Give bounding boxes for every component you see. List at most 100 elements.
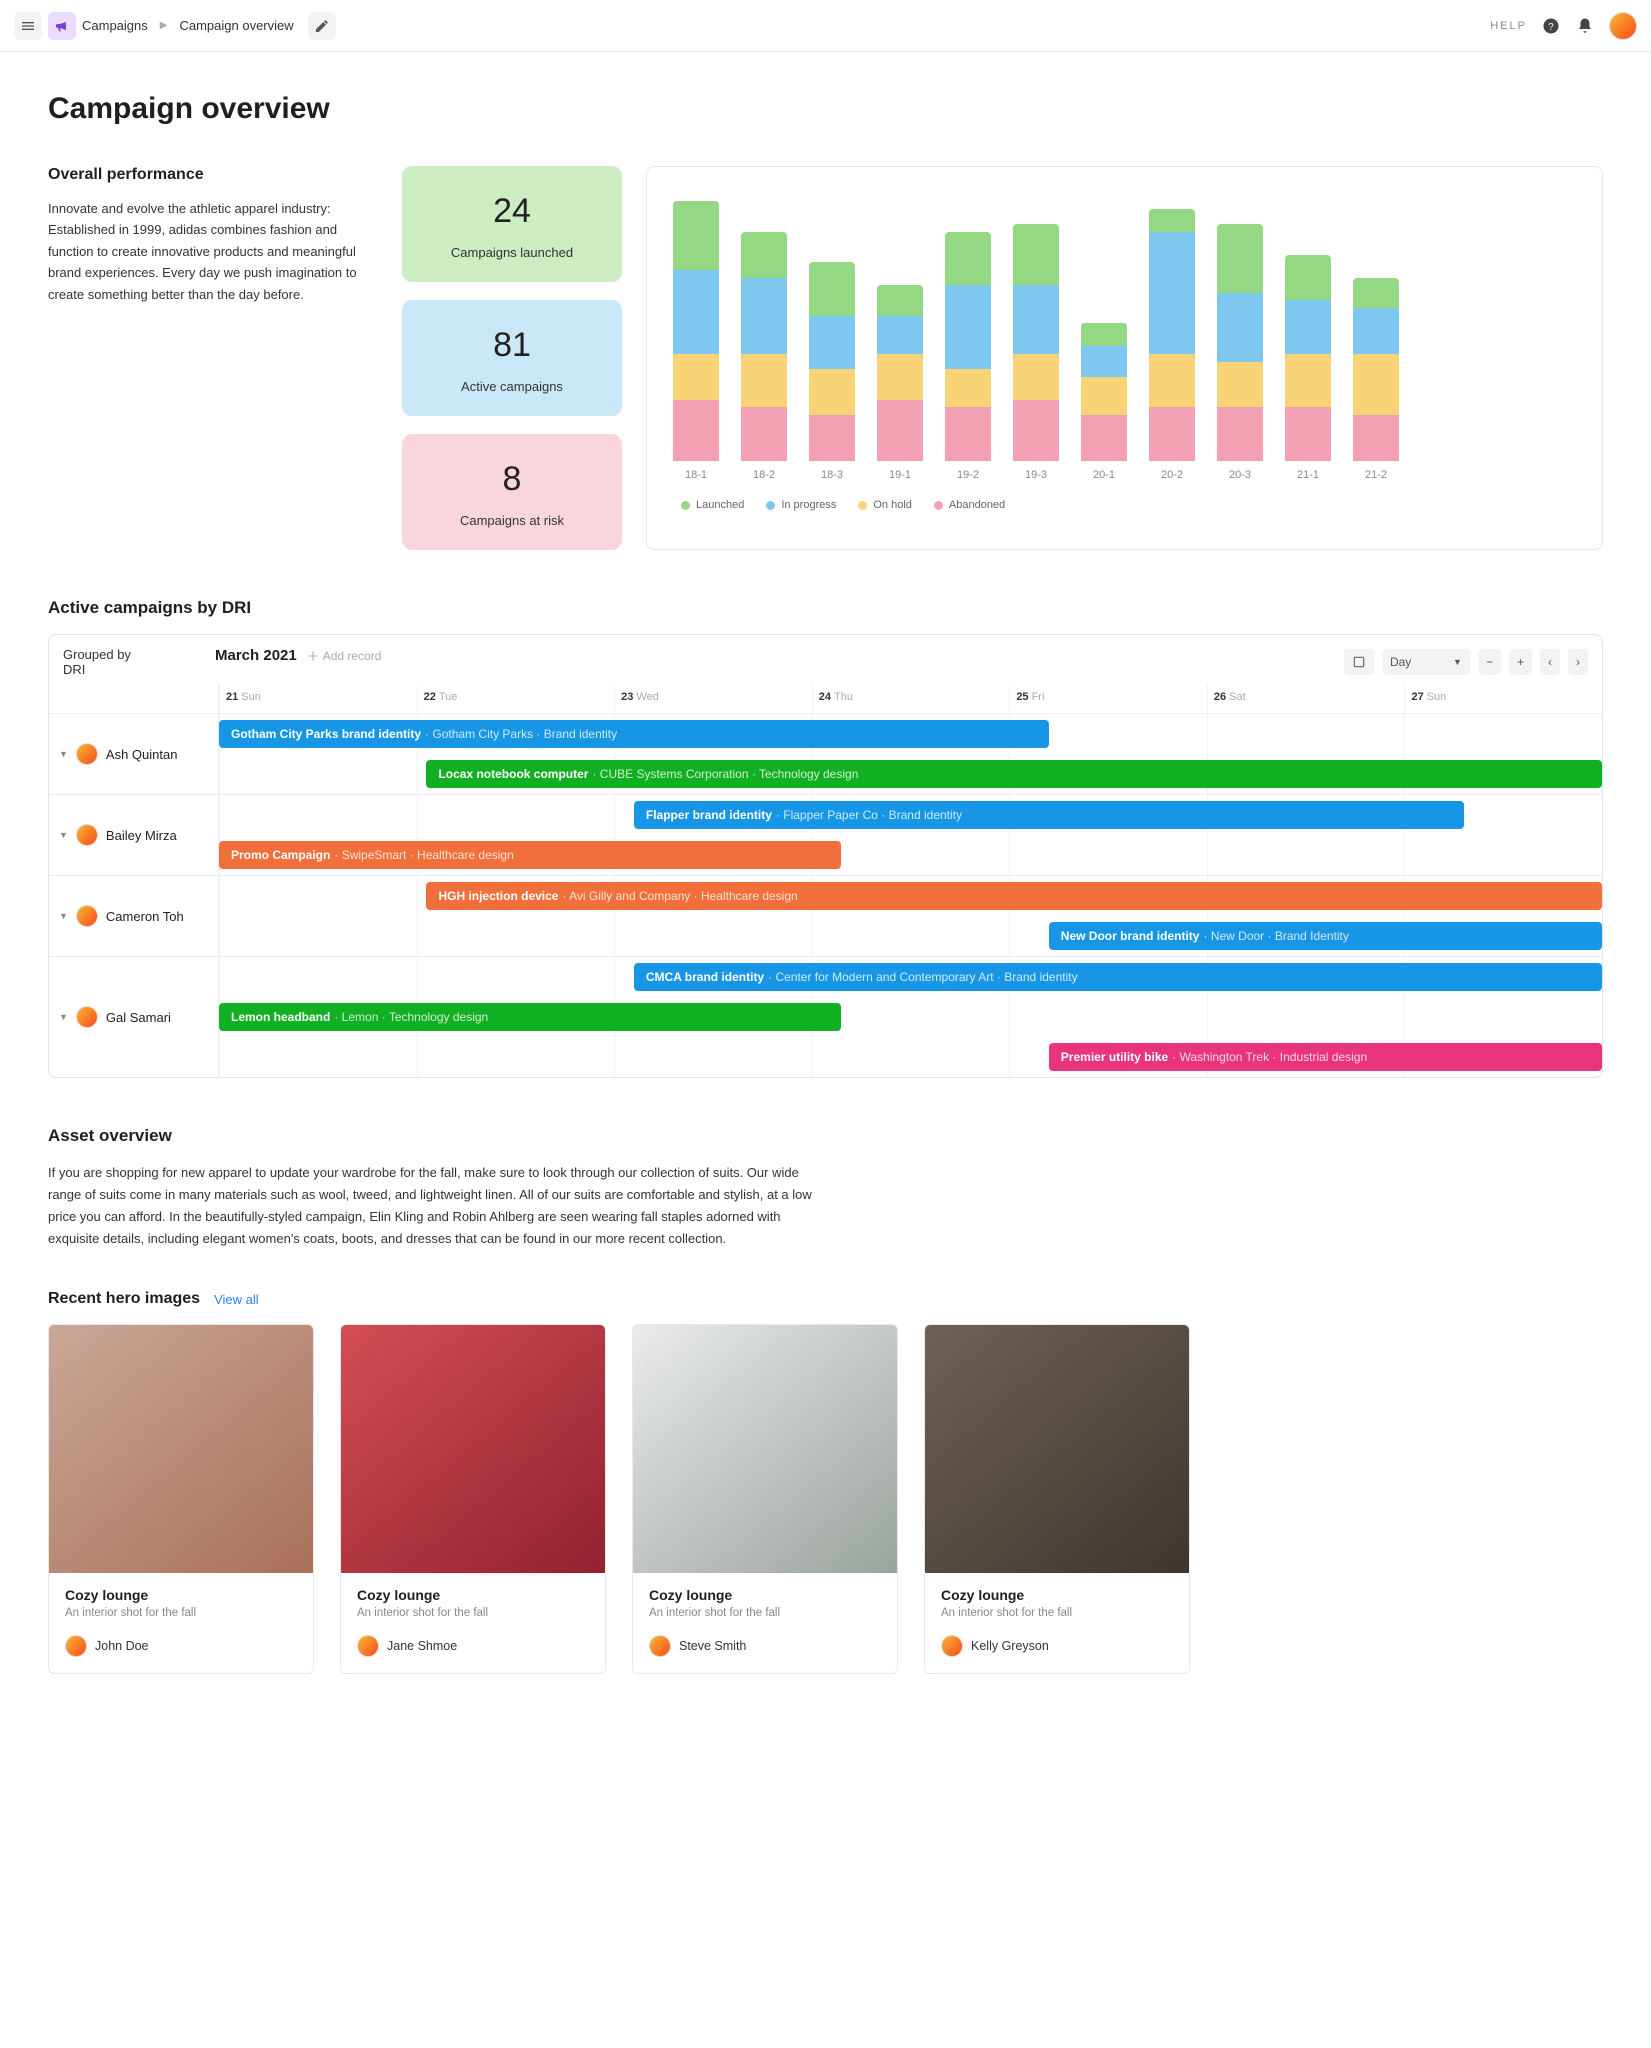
view-mode-button[interactable]: [1344, 649, 1374, 675]
plus-icon: +: [1517, 655, 1524, 669]
chart-segment: [741, 407, 787, 461]
user-avatar[interactable]: [1609, 12, 1637, 40]
task-title: Premier utility bike: [1061, 1050, 1168, 1064]
menu-icon: [20, 18, 36, 34]
svg-text:?: ?: [1548, 21, 1554, 32]
dri-name: Cameron Toh: [106, 909, 184, 924]
edit-button[interactable]: [308, 12, 336, 40]
chart-segment: [673, 270, 719, 354]
help-icon-button[interactable]: ?: [1541, 16, 1561, 36]
chart-segment: [1013, 285, 1059, 354]
question-circle-icon: ?: [1542, 17, 1560, 35]
chart-segment: [1149, 407, 1195, 461]
chart-segment: [809, 415, 855, 461]
legend-swatch: [681, 501, 690, 510]
chart-segment: [1013, 400, 1059, 461]
hero-card-subtitle: An interior shot for the fall: [941, 1607, 1173, 1619]
hero-card[interactable]: Cozy lounge An interior shot for the fal…: [48, 1324, 314, 1674]
chart-segment: [1353, 278, 1399, 309]
task-meta: · SwipeSmart · Healthcare design: [334, 848, 513, 862]
gantt-task[interactable]: Promo Campaign · SwipeSmart · Healthcare…: [219, 841, 841, 869]
chart-segment: [877, 285, 923, 316]
chart-segment: [741, 278, 787, 354]
zoom-out-button[interactable]: −: [1478, 649, 1501, 675]
hero-card[interactable]: Cozy lounge An interior shot for the fal…: [340, 1324, 606, 1674]
chart-bar: 20-1: [1081, 323, 1127, 481]
kpi-card[interactable]: 81 Active campaigns: [402, 300, 622, 416]
chart-segment: [1217, 293, 1263, 362]
breadcrumb-page[interactable]: Campaign overview: [179, 18, 293, 33]
gantt-task[interactable]: Premier utility bike · Washington Trek ·…: [1049, 1043, 1602, 1071]
kpi-card[interactable]: 8 Campaigns at risk: [402, 434, 622, 550]
task-meta: · Lemon · Technology design: [334, 1010, 488, 1024]
bell-icon: [1576, 17, 1594, 35]
calendar-day-header: 21Sun: [219, 685, 417, 713]
asset-body: If you are shopping for new apparel to u…: [48, 1162, 828, 1250]
gantt-row: ▼ Cameron Toh HGH injection device · Avi …: [49, 875, 1602, 956]
group-by-value: DRI: [63, 662, 215, 677]
hero-card-title: Cozy lounge: [65, 1587, 297, 1603]
gantt-task[interactable]: Lemon headband · Lemon · Technology desi…: [219, 1003, 841, 1031]
chart-segment: [1217, 407, 1263, 461]
task-title: HGH injection device: [438, 889, 558, 903]
notifications-button[interactable]: [1575, 16, 1595, 36]
kpi-label: Campaigns launched: [412, 245, 612, 260]
view-all-link[interactable]: View all: [214, 1292, 259, 1307]
gantt-task[interactable]: Locax notebook computer · CUBE Systems C…: [426, 760, 1602, 788]
chart-panel: 18-118-218-319-119-219-320-120-220-321-1…: [646, 166, 1603, 550]
add-record-button[interactable]: Add record: [307, 649, 382, 663]
gantt-row-header[interactable]: ▼ Gal Samari: [49, 957, 219, 1077]
gantt-row: ▼ Bailey Mirza Flapper brand identity · F…: [49, 794, 1602, 875]
chart-segment: [809, 316, 855, 370]
chart-x-label: 18-2: [753, 469, 775, 481]
chart-x-label: 19-3: [1025, 469, 1047, 481]
chart-x-label: 19-2: [957, 469, 979, 481]
time-unit-select[interactable]: Day ▼: [1382, 649, 1470, 675]
time-unit-label: Day: [1390, 655, 1411, 669]
avatar: [76, 1006, 98, 1028]
task-title: CMCA brand identity: [646, 970, 764, 984]
gantt-task[interactable]: Flapper brand identity · Flapper Paper C…: [634, 801, 1464, 829]
chart-segment: [877, 400, 923, 461]
gantt-task[interactable]: Gotham City Parks brand identity · Gotha…: [219, 720, 1049, 748]
chart-segment: [945, 407, 991, 461]
avatar: [941, 1635, 963, 1657]
next-button[interactable]: ›: [1568, 649, 1588, 675]
app-icon-button[interactable]: [48, 12, 76, 40]
gantt-task[interactable]: New Door brand identity · New Door · Bra…: [1049, 922, 1602, 950]
gantt-row-header[interactable]: ▼ Bailey Mirza: [49, 795, 219, 875]
chart-bar: 18-2: [741, 232, 787, 481]
kpi-value: 81: [412, 326, 612, 365]
chart-segment: [1217, 362, 1263, 408]
hero-card[interactable]: Cozy lounge An interior shot for the fal…: [632, 1324, 898, 1674]
zoom-in-button[interactable]: +: [1509, 649, 1532, 675]
chevron-right-icon: ▶: [154, 20, 174, 31]
task-meta: · New Door · Brand Identity: [1203, 929, 1348, 943]
caret-down-icon: ▼: [59, 911, 68, 921]
calendar-day-header: 26Sat: [1207, 685, 1405, 713]
prev-button[interactable]: ‹: [1540, 649, 1560, 675]
gantt-row-header[interactable]: ▼ Ash Quintan: [49, 714, 219, 794]
menu-button[interactable]: [14, 12, 42, 40]
chart-segment: [1285, 255, 1331, 301]
chart-segment: [1353, 308, 1399, 354]
gantt: Grouped by DRI March 2021 Add record Day: [48, 634, 1603, 1078]
chart-x-label: 18-3: [821, 469, 843, 481]
chevron-right-icon: ›: [1576, 655, 1580, 669]
chart-x-label: 21-1: [1297, 469, 1319, 481]
task-title: Gotham City Parks brand identity: [231, 727, 421, 741]
pencil-icon: [314, 18, 330, 34]
breadcrumb-root[interactable]: Campaigns: [82, 18, 148, 33]
task-title: Flapper brand identity: [646, 808, 772, 822]
help-link[interactable]: HELP: [1490, 20, 1527, 32]
gantt-row: ▼ Gal Samari CMCA brand identity · Center…: [49, 956, 1602, 1077]
gantt-task[interactable]: CMCA brand identity · Center for Modern …: [634, 963, 1602, 991]
hero-card[interactable]: Cozy lounge An interior shot for the fal…: [924, 1324, 1190, 1674]
chart-segment: [945, 232, 991, 286]
gantt-task[interactable]: HGH injection device · Avi Gilly and Com…: [426, 882, 1602, 910]
kpi-card[interactable]: 24 Campaigns launched: [402, 166, 622, 282]
legend-item: In progress: [766, 499, 836, 511]
kpi-label: Campaigns at risk: [412, 513, 612, 528]
gantt-row-header[interactable]: ▼ Cameron Toh: [49, 876, 219, 956]
chart-segment: [1013, 224, 1059, 285]
